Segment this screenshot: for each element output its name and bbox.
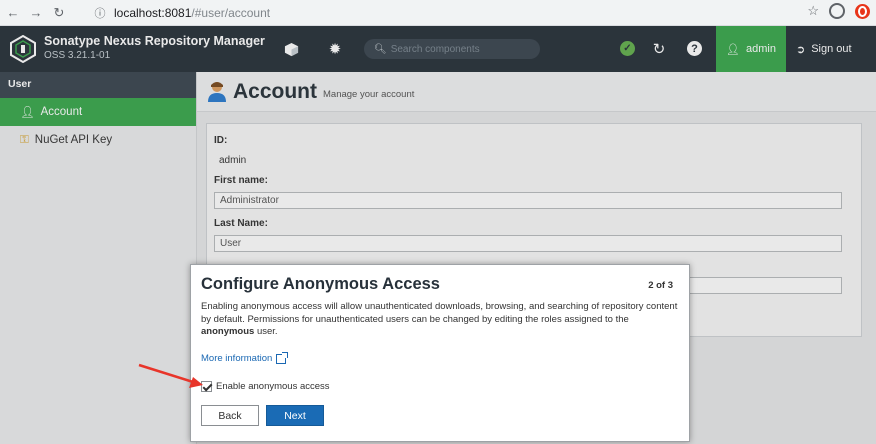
info-icon[interactable]: ⓘ [92, 5, 108, 21]
back-button[interactable]: Back [201, 405, 259, 426]
opera-icon[interactable] [855, 3, 870, 19]
dialog-description: Enabling anonymous access will allow una… [201, 301, 683, 339]
dialog-body-text: Enabling anonymous access will allow una… [201, 301, 678, 325]
profile-icon[interactable] [829, 3, 845, 19]
reload-icon[interactable]: ↻ [49, 3, 69, 23]
dialog-step: 2 of 3 [648, 280, 673, 291]
enable-anonymous-access-row[interactable]: Enable anonymous access [201, 381, 330, 392]
annotation-arrow-icon [138, 363, 203, 388]
back-arrow-icon[interactable]: ← [3, 3, 23, 23]
url-host: localhost:8081 [114, 6, 192, 20]
dialog-body-end: user. [254, 326, 278, 337]
more-information-link[interactable]: More information [201, 351, 289, 364]
external-link-icon [276, 351, 289, 364]
address-bar[interactable]: ⓘ localhost:8081/#user/account [92, 3, 804, 23]
next-button[interactable]: Next [266, 405, 324, 426]
anonymous-user-name: anonymous [201, 326, 255, 337]
anonymous-access-dialog: Configure Anonymous Access 2 of 3 Enabli… [190, 264, 690, 442]
browser-toolbar: ← → ↻ ⓘ localhost:8081/#user/account ☆ [0, 0, 876, 26]
forward-arrow-icon[interactable]: → [26, 3, 46, 23]
browser-actions: ☆ [807, 3, 870, 19]
more-information-label: More information [201, 353, 273, 364]
dialog-title: Configure Anonymous Access [201, 275, 440, 293]
checkbox-label[interactable]: Enable anonymous access [216, 381, 330, 392]
url-path: /#user/account [191, 6, 271, 20]
bookmark-star-icon[interactable]: ☆ [807, 3, 819, 19]
